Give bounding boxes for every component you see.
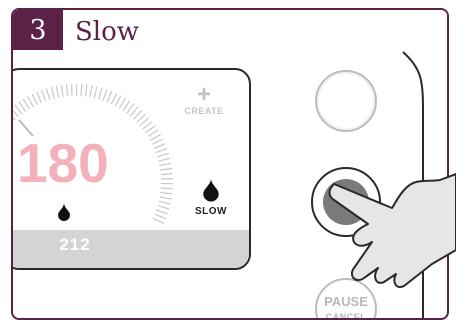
gauge-tick	[133, 109, 143, 120]
gauge-tick	[114, 95, 122, 107]
gauge-tick	[93, 86, 98, 99]
create-button[interactable]: + CREATE	[183, 81, 225, 128]
gauge-tick	[118, 97, 127, 109]
gauge-tick	[110, 92, 117, 105]
gauge-tick	[142, 121, 153, 130]
pointer-arrow-icon	[11, 206, 13, 226]
gauge-tick	[50, 86, 55, 99]
gauge-tick	[147, 129, 159, 137]
tab-value: 212	[59, 235, 91, 254]
screen-bezel: 212 180 + CREATE SLOW	[11, 68, 251, 270]
gauge-tick	[45, 88, 51, 100]
create-label: CREATE	[184, 106, 224, 116]
gauge-tick	[13, 109, 20, 118]
display-screen: 212 180 + CREATE SLOW	[11, 68, 253, 270]
gauge-tick	[26, 96, 34, 108]
gauge-tick	[160, 167, 173, 171]
gauge-tick	[136, 113, 146, 123]
gauge-tick	[31, 93, 38, 105]
gauge-tick	[159, 196, 172, 200]
gauge-tick	[106, 90, 113, 103]
gauge-tick	[22, 98, 30, 110]
gauge-tick	[149, 133, 161, 141]
gauge-tick	[152, 217, 165, 224]
gauge-tick	[160, 172, 173, 176]
gauge-tick	[153, 143, 166, 149]
gauge-tick	[157, 152, 169, 158]
gauge-tick	[158, 157, 171, 162]
gauge-tick	[18, 101, 27, 112]
gauge-tick	[80, 84, 83, 97]
plus-icon: +	[196, 81, 211, 108]
gauge-tick	[89, 85, 93, 98]
gauge-tick	[40, 89, 47, 102]
gauge-tick	[98, 87, 103, 100]
gauge-tick	[156, 209, 168, 215]
gauge-tick	[55, 85, 60, 98]
slow-label: SLOW	[195, 206, 227, 217]
gauge-tick	[14, 104, 23, 115]
gauge-tick	[155, 147, 168, 154]
gauge-tick	[11, 115, 12, 123]
hand-pointer-icon	[328, 173, 456, 288]
gauge-tick	[122, 100, 131, 112]
gauge-tick	[102, 89, 108, 101]
gauge-tick	[154, 213, 167, 220]
gauge-tick	[65, 84, 69, 97]
gauge-tick	[160, 187, 173, 190]
gauge-tick	[145, 125, 156, 134]
water-drop-icon	[203, 178, 219, 202]
gauge-tick	[60, 84, 64, 97]
step-number-badge: 3	[13, 10, 63, 50]
header: 3 Slow	[13, 10, 447, 50]
step-number: 3	[29, 14, 47, 46]
temperature-readout: 180	[17, 132, 109, 194]
water-drop-icon	[58, 203, 70, 221]
gauge-tick	[126, 103, 135, 114]
slow-mode-indicator: SLOW	[191, 178, 231, 228]
gauge-tick	[139, 117, 150, 127]
gauge-tick	[84, 84, 88, 97]
top-control-button[interactable]	[315, 70, 377, 132]
gauge-tick	[129, 106, 139, 117]
gauge-tick	[158, 200, 171, 205]
gauge-tick	[159, 162, 172, 167]
gauge-tick	[36, 91, 42, 104]
gauge-tick	[157, 205, 170, 210]
step-title: Slow	[75, 17, 140, 47]
gauge-tick	[160, 191, 173, 195]
gauge-tick	[152, 138, 164, 145]
